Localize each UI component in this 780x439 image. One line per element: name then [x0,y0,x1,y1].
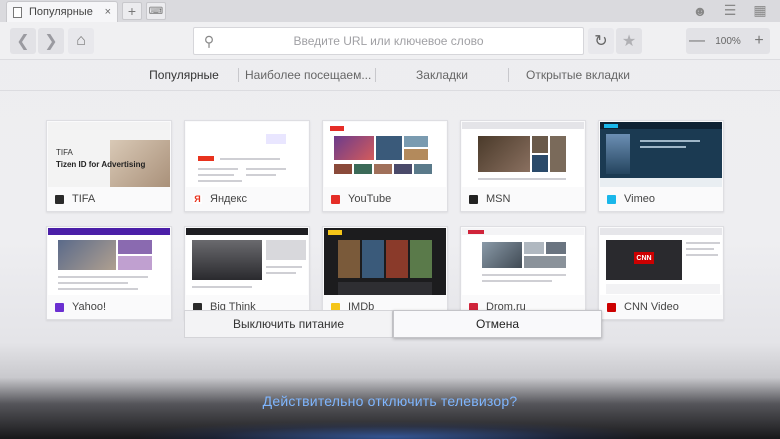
zoom-in-button[interactable]: + [748,32,770,50]
tile-drom[interactable]: Drom.ru [460,226,586,320]
thumb-title: TIFA [56,148,73,157]
tile-footer: CNN Video [599,295,723,319]
vimeo-icon [607,194,616,204]
tile-label: Yahoo! [72,301,107,313]
url-input[interactable] [224,29,583,53]
tile-label: TIFA [72,193,96,205]
yahoo-icon [55,302,64,312]
power-off-button[interactable]: Выключить питание [184,310,393,338]
home-button[interactable]: ⌂ [68,28,94,54]
close-tab-icon[interactable]: × [105,6,111,18]
thumbnail [462,122,584,187]
thumb-subtitle: Tizen ID for Advertising [56,160,146,169]
tile-label: MSN [486,193,511,205]
tab-bar: Популярные × + ⌨ ☻ ☰ ▦ [0,0,780,22]
zoom-control: — 100% + [686,28,770,54]
nav-bar: ❮ ❯ ⌂ ⚲ ↻ ★ — 100% + [0,22,780,60]
thumbnail: CNN [600,228,722,295]
tab-title: Популярные [29,6,93,18]
tile-vimeo[interactable]: Vimeo [598,120,724,212]
tile-big-think[interactable]: Big Think [184,226,310,320]
tab-most-visited[interactable]: Наиболее посещаем... [239,68,375,82]
back-button[interactable]: ❮ [10,28,36,54]
refresh-icon: ↻ [594,33,608,50]
category-tabs: Популярные Наиболее посещаем... Закладки… [130,64,650,86]
power-off-dialog: Выключить питание Отмена [184,310,602,338]
power-off-question: Действительно отключить телевизор? [262,393,518,409]
account-icon[interactable]: ☻ [692,3,708,19]
chevron-right-icon: ❯ [44,33,58,50]
cnn-icon [607,302,616,312]
msn-icon [469,194,478,204]
tab-open-tabs[interactable]: Открытые вкладки [509,68,647,82]
tile-label: Яндекс [210,193,247,205]
thumbnail [600,122,722,187]
thumbnail [324,122,446,187]
private-tab-button[interactable]: ⌨ [146,2,166,20]
tab-popular[interactable]: Популярные × [6,1,118,22]
tile-label: CNN Video [624,301,679,313]
tile-cnn-video[interactable]: CNN CNN Video [598,226,724,320]
thumbnail [48,228,170,295]
tile-tifa[interactable]: TIFA Tizen ID for Advertising TIFA [46,120,172,212]
new-tab-button[interactable]: + [122,2,142,20]
thumbnail [186,122,308,187]
lock-icon: ⌨ [148,5,164,17]
refresh-button[interactable]: ↻ [588,28,614,54]
cancel-button[interactable]: Отмена [393,310,602,338]
search-icon: ⚲ [203,32,215,49]
chevron-left-icon: ❮ [16,33,30,50]
top-icons: ☻ ☰ ▦ [692,2,768,19]
tab-popular-sites[interactable]: Популярные [130,68,238,82]
youtube-icon [331,194,340,204]
tile-label: YouTube [348,193,392,205]
zoom-level: 100% [715,35,741,47]
tile-footer: MSN [461,187,585,211]
grid-icon[interactable]: ▦ [752,2,768,19]
bookmark-button[interactable]: ★ [616,28,642,54]
thumbnail [462,228,584,295]
url-bar[interactable]: ⚲ [193,27,584,55]
tile-youtube[interactable]: YouTube [322,120,448,212]
tile-footer: Vimeo [599,187,723,211]
bottom-glow [140,422,640,439]
tile-footer: YouTube [323,187,447,211]
tile-label: Vimeo [624,193,655,205]
tile-yandex[interactable]: Я Яндекс [184,120,310,212]
tv-screen: Популярные × + ⌨ ☻ ☰ ▦ ❮ ❯ ⌂ ⚲ ↻ ★ — 100… [0,0,780,439]
tile-yahoo[interactable]: Yahoo! [46,226,172,320]
thumbnail: TIFA Tizen ID for Advertising [48,122,170,187]
tile-msn[interactable]: MSN [460,120,586,212]
tile-footer: TIFA [47,187,171,211]
thumbnail [324,228,446,295]
tile-imdb[interactable]: IMDb [322,226,448,320]
tile-footer: Yahoo! [47,295,171,319]
star-icon: ★ [621,33,637,50]
home-icon: ⌂ [76,32,86,49]
page-icon [13,6,22,18]
thumbnail [186,228,308,295]
divider [0,90,780,91]
forward-button[interactable]: ❯ [38,28,64,54]
menu-icon[interactable]: ☰ [722,2,738,19]
tifa-icon [55,194,64,204]
tile-footer: Я Яндекс [185,187,309,211]
tab-bookmarks[interactable]: Закладки [376,68,508,82]
cnn-logo: CNN [634,252,654,264]
yandex-icon: Я [193,194,202,204]
zoom-out-button[interactable]: — [686,32,708,50]
